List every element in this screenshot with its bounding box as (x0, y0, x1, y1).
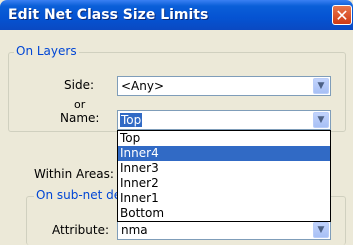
close-icon[interactable]: ✕ (332, 5, 352, 25)
sub-net-legend: On sub-net de (34, 188, 124, 202)
side-label: Side: (64, 78, 94, 92)
chevron-down-icon[interactable]: ▼ (313, 112, 329, 128)
chevron-down-icon[interactable]: ▼ (313, 78, 329, 94)
dropdown-option[interactable]: Inner4 (118, 146, 330, 161)
dropdown-option[interactable]: Bottom (118, 206, 330, 221)
title-bar: Edit Net Class Size Limits ✕ (0, 0, 353, 30)
layer-dropdown-list[interactable]: Top Inner4 Inner3 Inner2 Inner1 Bottom (117, 130, 331, 222)
attribute-combobox[interactable]: nma ▼ (117, 220, 331, 240)
window-title: Edit Net Class Size Limits (8, 7, 209, 23)
within-areas-label: Within Areas: (34, 167, 114, 181)
name-combobox[interactable]: Top ▼ (117, 110, 331, 130)
on-layers-legend: On Layers (14, 44, 79, 58)
name-value: Top (120, 113, 143, 127)
dropdown-option[interactable]: Top (118, 131, 330, 146)
side-combobox[interactable]: <Any> ▼ (117, 76, 331, 96)
dropdown-option[interactable]: Inner3 (118, 161, 330, 176)
attribute-value: nma (121, 223, 148, 237)
dropdown-option[interactable]: Inner1 (118, 191, 330, 206)
attribute-label: Attribute: (52, 223, 110, 237)
dropdown-option[interactable]: Inner2 (118, 176, 330, 191)
chevron-down-icon[interactable]: ▼ (313, 222, 329, 238)
or-label: or (74, 98, 86, 111)
name-label: Name: (60, 111, 100, 125)
side-value: <Any> (121, 79, 165, 93)
